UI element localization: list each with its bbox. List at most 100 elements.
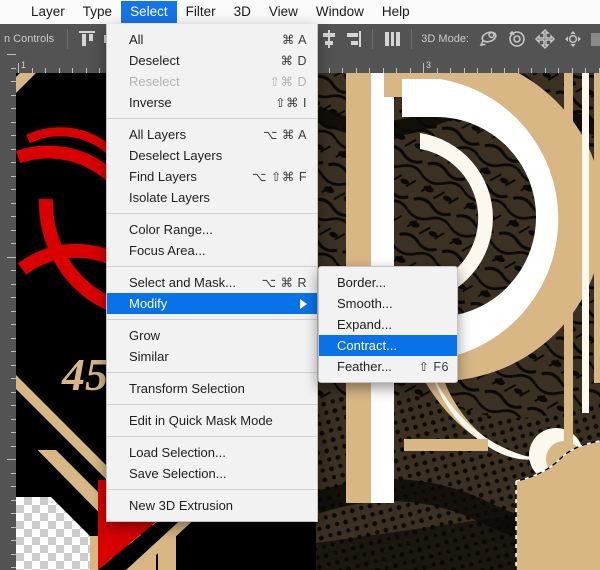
ruler-tick [11, 311, 16, 312]
menu-item-select-and-mask[interactable]: Select and Mask... ⌥ ⌘ R [107, 272, 317, 293]
menu-item-grow[interactable]: Grow [107, 325, 317, 346]
ruler-tick [32, 68, 33, 73]
menu-item-label: Inverse [129, 94, 172, 110]
menu-item-focus-area[interactable]: Focus Area... [107, 240, 317, 261]
menu-item-isolate-layers[interactable]: Isolate Layers [107, 187, 317, 208]
ruler-tick [11, 419, 16, 420]
ruler-tick [11, 230, 16, 231]
menu-item-load-selection[interactable]: Load Selection... [107, 442, 317, 463]
menu-separator [107, 436, 317, 437]
submenu-item-smooth[interactable]: Smooth... [319, 293, 457, 314]
menu-item-transform-selection[interactable]: Transform Selection [107, 378, 317, 399]
ruler-tick [11, 284, 16, 285]
ruler-tick [11, 95, 16, 96]
menu-item-label: Expand... [337, 316, 392, 332]
menu-item-label: Color Range... [129, 221, 213, 237]
ruler-tick [11, 473, 16, 474]
ruler-tick [11, 149, 16, 150]
vertical-ruler[interactable] [0, 54, 16, 570]
divider [372, 29, 374, 49]
menubar-item-window[interactable]: Window [307, 1, 373, 23]
ruler-tick [572, 68, 573, 73]
rotate-3d-object-icon[interactable] [478, 28, 500, 50]
menu-item-label: Edit in Quick Mask Mode [129, 412, 273, 428]
menu-item-shortcut: ⌘ A [281, 33, 307, 47]
menubar-item-view[interactable]: View [260, 1, 307, 23]
ruler-tick [423, 63, 424, 73]
menu-item-label: Transform Selection [129, 380, 245, 396]
align-top-edges-icon[interactable] [77, 28, 97, 50]
menu-item-edit-in-quick-mask-mode[interactable]: Edit in Quick Mask Mode [107, 410, 317, 431]
menu-item-modify[interactable]: Modify [107, 293, 317, 314]
menu-item-shortcut: ⇧ F6 [418, 360, 449, 374]
menubar-item-type[interactable]: Type [74, 1, 121, 23]
menu-separator [107, 404, 317, 405]
menu-item-inverse[interactable]: Inverse ⇧⌘ I [107, 92, 317, 113]
menu-item-label: All [129, 31, 144, 47]
menu-item-new-3d-extrusion[interactable]: New 3D Extrusion [107, 495, 317, 516]
ruler-tick [11, 297, 16, 298]
mode-3d-label: 3D Mode: [421, 33, 469, 45]
menu-item-save-selection[interactable]: Save Selection... [107, 463, 317, 484]
ruler-tick [356, 68, 357, 73]
ruler-tick [11, 567, 16, 568]
ruler-tick [7, 257, 16, 258]
submenu-item-border[interactable]: Border... [319, 272, 457, 293]
menubar-item-3d[interactable]: 3D [225, 1, 260, 23]
photoshop-window: 45 1 3 n Controls 3D Mode: Layer Type Se… [0, 0, 600, 570]
menubar-item-help[interactable]: Help [373, 1, 419, 23]
pan-3d-object-icon[interactable] [534, 28, 556, 50]
ruler-tick [11, 324, 16, 325]
align-right-edges-icon[interactable] [343, 28, 363, 50]
menu-bar: Layer Type Select Filter 3D View Window … [0, 0, 600, 24]
ruler-tick [11, 68, 16, 69]
menu-item-shortcut: ⇧⌘ I [275, 96, 307, 110]
menu-item-shortcut: ⌥ ⌘ A [263, 128, 307, 142]
submenu-item-feather[interactable]: Feather... ⇧ F6 [319, 356, 457, 377]
distribute-horizontal-icon[interactable] [382, 28, 402, 50]
ruler-tick [437, 68, 438, 73]
ruler-tick [11, 405, 16, 406]
menu-item-shortcut: ⌥ ⇧⌘ F [252, 170, 307, 184]
menubar-item-filter[interactable]: Filter [177, 1, 225, 23]
menu-separator [107, 489, 317, 490]
menu-item-deselect[interactable]: Deselect ⌘ D [107, 50, 317, 71]
ruler-tick [11, 162, 16, 163]
menu-item-deselect-layers[interactable]: Deselect Layers [107, 145, 317, 166]
ruler-tick [11, 108, 16, 109]
ruler-tick [99, 68, 100, 73]
ruler-tick [11, 527, 16, 528]
menu-item-similar[interactable]: Similar [107, 346, 317, 367]
ruler-tick [11, 540, 16, 541]
menu-item-all[interactable]: All ⌘ A [107, 29, 317, 50]
menu-item-label: Save Selection... [129, 465, 227, 481]
menubar-item-select[interactable]: Select [121, 1, 177, 23]
roll-3d-object-icon[interactable] [506, 28, 528, 50]
ruler-label: 1 [21, 60, 27, 70]
submenu-item-contract[interactable]: Contract... [319, 335, 457, 356]
submenu-item-expand[interactable]: Expand... [319, 314, 457, 335]
ruler-tick [7, 459, 16, 460]
align-vertical-centers-icon[interactable] [319, 28, 339, 50]
menubar-item-layer[interactable]: Layer [22, 1, 74, 23]
menu-item-label: Load Selection... [129, 444, 226, 460]
ruler-tick [450, 68, 451, 73]
ruler-tick [545, 68, 546, 73]
ruler-tick [531, 68, 532, 73]
ruler-tick [11, 432, 16, 433]
ruler-tick [491, 68, 492, 73]
ruler-label: 3 [426, 60, 432, 70]
menu-item-find-layers[interactable]: Find Layers ⌥ ⇧⌘ F [107, 166, 317, 187]
ruler-tick [59, 68, 60, 73]
ruler-tick [11, 176, 16, 177]
menu-item-color-range[interactable]: Color Range... [107, 219, 317, 240]
menu-item-shortcut: ⇧⌘ D [269, 75, 307, 89]
slide-3d-object-icon[interactable] [562, 28, 584, 50]
ruler-tick [11, 81, 16, 82]
menu-item-label: Border... [337, 274, 387, 290]
ruler-tick [518, 68, 519, 73]
menu-item-all-layers[interactable]: All Layers ⌥ ⌘ A [107, 124, 317, 145]
menu-item-label: Deselect Layers [129, 147, 223, 163]
options-bar-end-swatch[interactable] [591, 32, 600, 46]
ruler-tick [7, 54, 16, 55]
